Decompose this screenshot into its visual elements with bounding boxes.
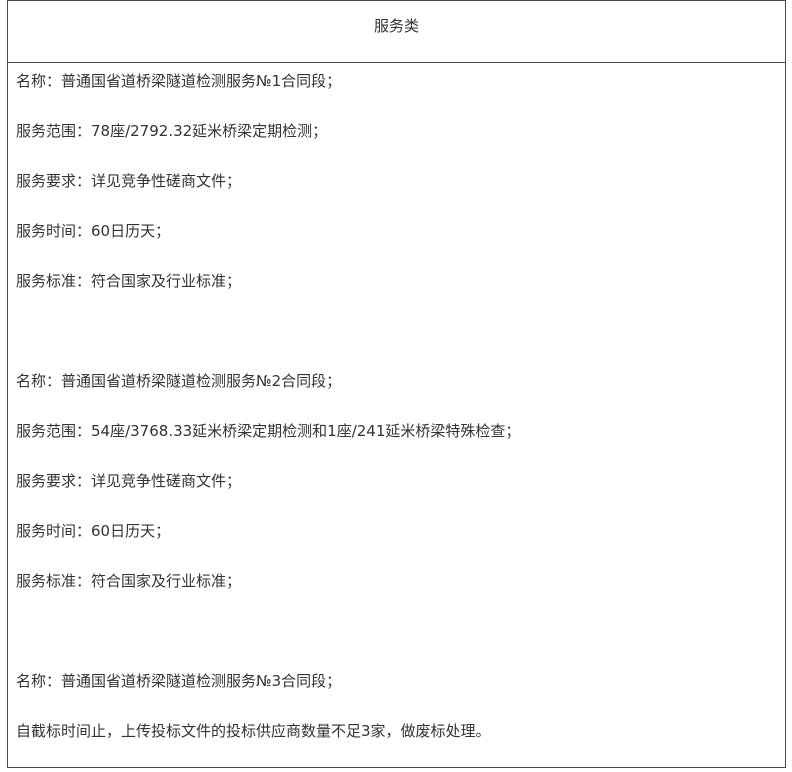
section-2-duration: 服务时间：60日历天； [16,522,171,540]
table-header-title: 服务类 [8,1,785,63]
section-2-requirement: 服务要求：详见竞争性磋商文件； [16,472,242,490]
section-1-name: 名称：普通国省道桥梁隧道检测服务№1合同段； [16,72,342,90]
section-2-scope: 服务范围：54座/3768.33延米桥梁定期检测和1座/241延米桥梁特殊检查； [16,422,521,440]
service-table: 服务类 名称：普通国省道桥梁隧道检测服务№1合同段； 服务范围：78座/2792… [7,0,786,768]
section-2-standard: 服务标准：符合国家及行业标准； [16,572,242,590]
section-3-name: 名称：普通国省道桥梁隧道检测服务№3合同段； [16,672,342,690]
section-1-requirement: 服务要求：详见竞争性磋商文件； [16,172,242,190]
section-3-note: 自截标时间止，上传投标文件的投标供应商数量不足3家，做废标处理。 [16,722,491,740]
section-1-standard: 服务标准：符合国家及行业标准； [16,272,242,290]
table-body-cell: 名称：普通国省道桥梁隧道检测服务№1合同段； 服务范围：78座/2792.32延… [8,63,785,768]
section-1-scope: 服务范围：78座/2792.32延米桥梁定期检测； [16,122,328,140]
section-1-duration: 服务时间：60日历天； [16,222,171,240]
section-2-name: 名称：普通国省道桥梁隧道检测服务№2合同段； [16,372,342,390]
